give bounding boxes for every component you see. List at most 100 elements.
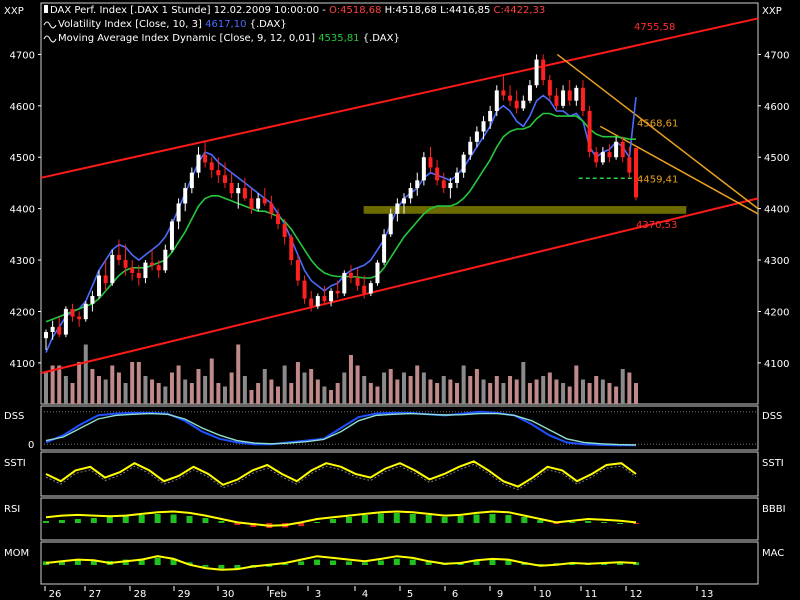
bbbi-bar [426, 515, 432, 523]
candle-body [362, 286, 366, 294]
candle-body [196, 155, 200, 173]
legend-part: C:4422,33 [490, 5, 545, 16]
bbbi-bar [394, 513, 400, 523]
candle-body [316, 296, 320, 306]
candle-body [574, 88, 578, 101]
volume-bar [402, 373, 406, 405]
candle-body [508, 96, 512, 101]
dashed-level-label: 4459,41 [637, 174, 678, 185]
ssti-signal-line [46, 464, 636, 489]
chart-canvas[interactable]: 4100410042004200430043004400440045004500… [0, 0, 800, 600]
mac-bar [202, 565, 208, 567]
volume-bar [77, 362, 81, 404]
candle-body [521, 101, 525, 109]
volume-bar [117, 373, 121, 405]
volume-bar [97, 376, 101, 404]
bbbi-bar [601, 522, 607, 523]
volume-bar [588, 383, 592, 404]
candle-body [150, 263, 154, 266]
volume-bar [535, 380, 539, 405]
volume-bar [110, 366, 114, 405]
ssti-panel-frame [41, 452, 758, 496]
x-tick-label: 30 [222, 589, 235, 600]
candle-body [84, 304, 88, 319]
volume-bar [316, 380, 320, 405]
y-tick-label: 4400 [10, 205, 35, 216]
volume-bar [607, 383, 611, 404]
candle-body [415, 180, 419, 188]
legend-line-3: Moving Average Index Dynamic [Close, 9, … [58, 33, 400, 44]
volume-bar [389, 369, 393, 404]
volume-bar [528, 383, 532, 404]
y-tick-label: 4700 [10, 50, 35, 61]
mac-bar [394, 559, 400, 565]
volume-bar [621, 369, 625, 404]
volume-bar [369, 383, 373, 404]
candle-body [143, 263, 147, 278]
mac-bar [298, 561, 304, 565]
candle-body [554, 96, 558, 106]
x-tick-label: 28 [134, 589, 147, 600]
volume-bar [614, 387, 618, 405]
mom-label-left: MOM [4, 548, 29, 559]
volume-bar [230, 373, 234, 405]
bbbi-bar [458, 516, 464, 523]
volume-bar [488, 383, 492, 404]
volume-bar [263, 369, 267, 404]
volume-bar [375, 387, 379, 405]
moving-average-line [46, 114, 636, 322]
volume-bar [541, 376, 545, 404]
candle-body [342, 273, 346, 294]
candle-body [97, 275, 101, 296]
legend-part: H:4518,68 [381, 5, 436, 16]
volume-bar [196, 369, 200, 404]
candle-body [442, 180, 446, 188]
bbbi-bar [75, 519, 81, 523]
y-tick-label: 4600 [10, 102, 35, 113]
candle-body [236, 188, 240, 193]
volume-bar [289, 383, 293, 404]
down-upper-label: 4568,61 [637, 118, 678, 129]
mac-bar [362, 562, 368, 565]
mac-bar [155, 558, 161, 565]
x-tick-label: 11 [585, 589, 598, 600]
candle-body [190, 173, 194, 188]
volume-bar [57, 366, 61, 405]
legend-part: Moving Average Index Dynamic [Close, 9, … [58, 33, 315, 44]
candle-legend-icon [44, 5, 48, 13]
candle-body [369, 283, 373, 293]
candle-body [468, 142, 472, 155]
y-tick-label: 4300 [764, 256, 789, 267]
candle-body [528, 85, 532, 100]
candle-body [163, 250, 167, 271]
bbbi-bar [569, 522, 575, 523]
volume-bar [216, 383, 220, 404]
candle-body [64, 309, 68, 335]
y-tick-label: 4200 [10, 307, 35, 318]
dss-signal-line [46, 414, 636, 445]
x-tick-label: 13 [701, 589, 714, 600]
candle-body [309, 299, 313, 307]
candle-body [51, 327, 55, 332]
candle-body [627, 157, 631, 172]
x-tick-label: 4 [362, 589, 368, 600]
legend-line-2: Volatility Index [Close, 10, 3] 4617,10 … [58, 19, 287, 30]
volume-bar [322, 387, 326, 405]
candle-body [183, 188, 187, 203]
volume-bar [495, 376, 499, 404]
support-zone [364, 206, 687, 214]
volume-bar [554, 380, 558, 405]
bbbi-bar [617, 523, 623, 524]
volume-bar [71, 383, 75, 404]
mac-bar [378, 561, 384, 566]
volume-bar [210, 359, 214, 405]
volume-bar [243, 376, 247, 404]
volume-bar [435, 383, 439, 404]
bbbi-bar [442, 517, 448, 523]
candle-body [210, 162, 214, 170]
mac-bar [346, 561, 352, 565]
bbbi-bar [155, 514, 161, 523]
volume-bar [269, 380, 273, 405]
candle-body [422, 157, 426, 180]
volume-bar [468, 376, 472, 404]
